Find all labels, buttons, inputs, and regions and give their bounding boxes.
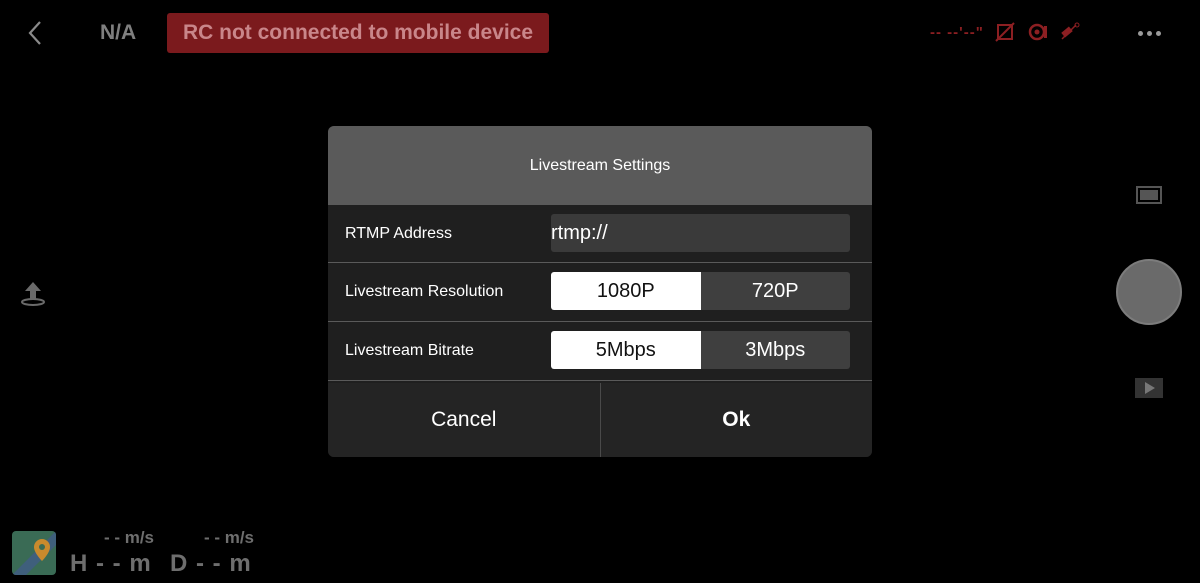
distance-telemetry: - - m/s D - - m (170, 528, 254, 578)
upload-button[interactable] (18, 278, 48, 308)
map-icon (12, 531, 56, 575)
shutter-button[interactable] (1116, 259, 1182, 325)
no-sd-card-icon (994, 21, 1016, 43)
distance-text: D - - m (170, 550, 252, 577)
rtmp-address-input[interactable] (551, 214, 850, 252)
flight-mode-label: N/A (100, 21, 137, 44)
dialog-header: Livestream Settings (328, 126, 872, 205)
recording-time-text: -- --'--" (930, 23, 984, 41)
resolution-option-1080p[interactable]: 1080P (551, 272, 701, 310)
gimbal-icon (1026, 21, 1048, 43)
map-button[interactable] (12, 531, 56, 575)
rtmp-address-label: RTMP Address (345, 224, 453, 242)
height-telemetry: - - m/s H - - m (70, 528, 154, 578)
bitrate-label: Livestream Bitrate (345, 342, 474, 359)
satellite-icon (1058, 21, 1080, 43)
playback-icon (1135, 378, 1163, 398)
livestream-settings-dialog: Livestream Settings RTMP Address Livestr… (328, 126, 872, 457)
status-bar: -- --'--" (930, 20, 1080, 44)
bitrate-selector: 5Mbps 3Mbps (551, 331, 850, 369)
bitrate-option-3mbps[interactable]: 3Mbps (700, 331, 850, 369)
display-mode-button[interactable] (1134, 184, 1164, 206)
more-icon (1137, 30, 1143, 36)
bitrate-row: Livestream Bitrate 5Mbps 3Mbps (328, 322, 872, 381)
bitrate-option-5mbps[interactable]: 5Mbps (551, 331, 701, 369)
cancel-button[interactable]: Cancel (328, 383, 601, 457)
ok-button[interactable]: Ok (601, 383, 873, 457)
upload-icon (21, 282, 45, 306)
resolution-label: Livestream Resolution (345, 283, 504, 300)
rtmp-address-row: RTMP Address (328, 205, 872, 263)
dialog-title: Livestream Settings (529, 156, 671, 174)
vertical-speed-text: - - m/s (103, 528, 154, 547)
back-button[interactable] (22, 18, 50, 48)
rc-warning-banner: RC not connected to mobile device (167, 13, 549, 53)
dialog-footer: Cancel Ok (328, 383, 872, 457)
horizontal-speed-text: - - m/s (203, 528, 254, 547)
resolution-row: Livestream Resolution 1080P 720P (328, 263, 872, 322)
height-text: H - - m (70, 550, 152, 577)
resolution-option-720p[interactable]: 720P (700, 272, 850, 310)
display-icon (1136, 186, 1162, 204)
back-chevron-icon (28, 21, 41, 45)
resolution-selector: 1080P 720P (551, 272, 850, 310)
more-button[interactable] (1134, 22, 1164, 44)
playback-button[interactable] (1134, 377, 1164, 399)
